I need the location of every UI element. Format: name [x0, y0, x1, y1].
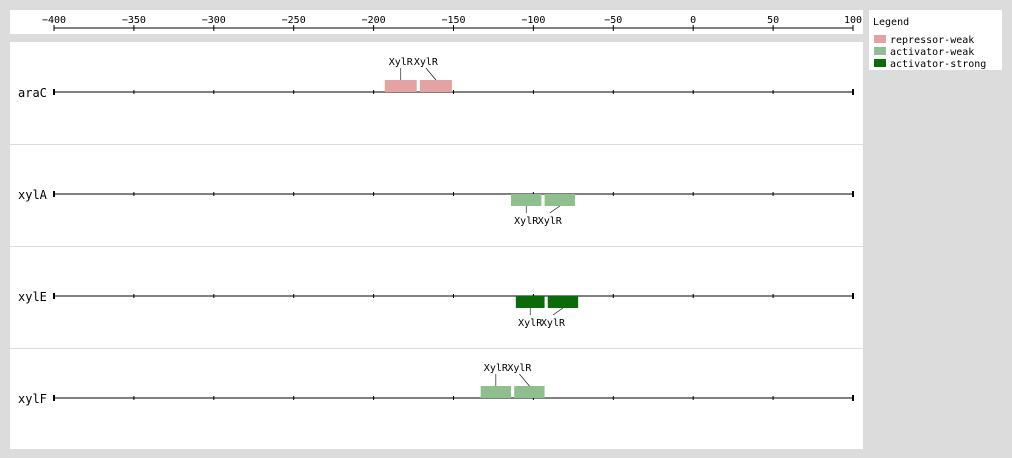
legend-canvas: Legend repressor-weakactivator-weakactiv… [873, 17, 986, 70]
legend-title: Legend [873, 17, 909, 28]
axis-tick-label: −300 [202, 15, 226, 26]
axis-tick-label: −250 [282, 15, 306, 26]
axis-tick-label: −400 [42, 15, 66, 26]
legend-swatch [874, 47, 886, 55]
binding-site-label: XylR [518, 318, 543, 329]
axis-tick-label: 100 [844, 15, 862, 26]
axis-tick-label: −50 [604, 15, 622, 26]
axis-tick-label: 50 [767, 15, 779, 26]
binding-site-box [547, 296, 579, 308]
gene-tracks: araCXylR XylRxylAXylR XylRxylEXylRXylRxylF… [10, 57, 863, 406]
binding-site-label: XylR [389, 57, 414, 68]
binding-site-box [419, 80, 452, 92]
legend-swatch [874, 35, 886, 43]
site-label-connector [519, 373, 530, 387]
binding-site-label: XylR [414, 57, 439, 68]
binding-site-label: XylR [541, 318, 566, 329]
axis-tick-label: −100 [521, 15, 545, 26]
axis-tick-label: −200 [362, 15, 386, 26]
position-axis-panel: −400 −350 −300 −250 −200 −150 −100 −50 0 50 100 [10, 10, 863, 34]
legend-item-label: repressor-weak [890, 35, 974, 46]
binding-site-box [514, 386, 545, 398]
legend: Legend repressor-weak activator-weak activ… [869, 10, 1002, 70]
site-label-connector [549, 205, 560, 214]
gene-tracks-panel: araC XylR XylR xylA XylR XylR xylE XylR XylR xylF… [10, 42, 863, 449]
binding-site-label: XylR [538, 216, 563, 227]
axis-tick-label: −150 [441, 15, 465, 26]
legend-swatch [874, 59, 886, 67]
binding-site-label: XylR [484, 363, 509, 374]
binding-site-box [515, 296, 545, 308]
gene-name: xylE [18, 290, 47, 304]
promoter-map-figure: −400 −350 −300 −250 −200 −150 −100 −50 0 50 100 Le… [0, 0, 1012, 458]
axis-tick-label: −350 [122, 15, 146, 26]
binding-site-box [511, 194, 542, 206]
legend-item-label: activator-weak [890, 47, 974, 58]
axis-tick-label: 0 [690, 15, 696, 26]
binding-site-label: XylR [514, 216, 539, 227]
site-label-connector [425, 67, 437, 81]
gene-name: araC [18, 86, 47, 100]
gene-name: xylA [18, 188, 48, 202]
binding-site-box [544, 194, 575, 206]
gene-name: xylF [18, 392, 47, 406]
binding-site-box [480, 386, 512, 398]
binding-site-label: XylR [507, 363, 532, 374]
position-axis: −400 −350 −300 −250 −200 −150 −100 −50 0 50 100 [42, 15, 862, 31]
binding-site-box [384, 80, 417, 92]
site-label-connector [552, 307, 564, 316]
legend-item-label: activator-strong [890, 59, 986, 70]
